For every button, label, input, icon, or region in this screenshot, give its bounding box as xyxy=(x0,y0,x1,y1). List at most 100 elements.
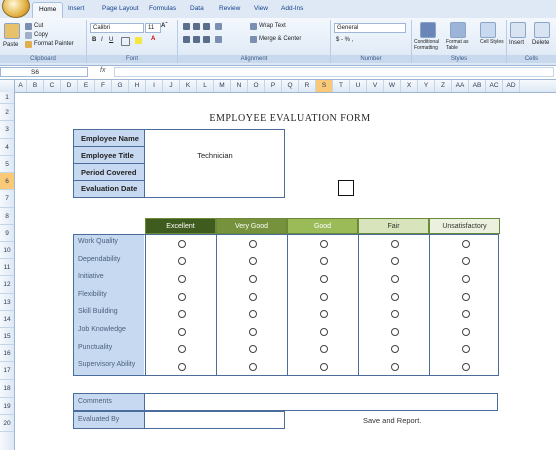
indent-icon[interactable] xyxy=(215,36,222,43)
column-header-w[interactable]: W xyxy=(384,80,401,92)
rating-radio[interactable] xyxy=(319,327,328,336)
align-left-icon[interactable] xyxy=(183,36,190,43)
column-header-ac[interactable]: AC xyxy=(486,80,503,92)
rating-radio[interactable] xyxy=(390,327,399,336)
cut-button[interactable]: Cut xyxy=(34,23,43,29)
row-header-4[interactable]: 4 xyxy=(0,139,14,156)
rating-radio[interactable] xyxy=(390,345,399,354)
row-header-2[interactable]: 2 xyxy=(0,104,14,121)
row-header-19[interactable]: 19 xyxy=(0,398,14,415)
column-header-x[interactable]: X xyxy=(401,80,418,92)
format-as-table-icon[interactable] xyxy=(450,22,466,38)
rating-radio[interactable] xyxy=(248,275,257,283)
column-header-t[interactable]: T xyxy=(333,80,350,92)
rating-radio[interactable] xyxy=(319,345,328,354)
column-header-g[interactable]: G xyxy=(112,80,129,92)
rating-radio[interactable] xyxy=(319,292,328,301)
rating-radio[interactable] xyxy=(177,257,186,266)
number-symbols[interactable]: $ - % , xyxy=(336,37,353,43)
row-header-6[interactable]: 6 xyxy=(0,173,14,190)
row-header-10[interactable]: 10 xyxy=(0,242,14,259)
column-header-h[interactable]: H xyxy=(129,80,146,92)
tab-add-ins[interactable]: Add-Ins xyxy=(281,5,303,12)
rating-radio[interactable] xyxy=(390,275,399,283)
rating-radio[interactable] xyxy=(177,345,186,354)
column-header-k[interactable]: K xyxy=(180,80,197,92)
rating-radio[interactable] xyxy=(461,257,470,266)
row-header-11[interactable]: 11 xyxy=(0,259,14,276)
bold-icon[interactable]: B xyxy=(92,37,96,43)
tab-data[interactable]: Data xyxy=(190,5,204,12)
column-header-n[interactable]: N xyxy=(231,80,248,92)
evaluation-date-value[interactable] xyxy=(146,181,284,197)
rating-radio[interactable] xyxy=(461,345,470,354)
row-header-17[interactable]: 17 xyxy=(0,362,14,380)
row-header-18[interactable]: 18 xyxy=(0,380,14,398)
cell-styles-icon[interactable] xyxy=(480,22,496,38)
row-header-3[interactable]: 3 xyxy=(0,121,14,139)
tab-insert[interactable]: Insert xyxy=(68,5,84,12)
employee-title-value[interactable]: Technician xyxy=(146,147,284,164)
rating-radio[interactable] xyxy=(390,292,399,301)
column-header-s[interactable]: S xyxy=(316,80,333,92)
rating-radio[interactable] xyxy=(248,292,257,301)
rating-radio[interactable] xyxy=(248,345,257,354)
cut-icon[interactable] xyxy=(25,23,32,30)
rating-radio[interactable] xyxy=(319,275,328,283)
tab-review[interactable]: Review xyxy=(219,5,240,12)
align-bottom-icon[interactable] xyxy=(203,23,210,30)
column-header-o[interactable]: O xyxy=(248,80,265,92)
tab-view[interactable]: View xyxy=(254,5,268,12)
rating-radio[interactable] xyxy=(248,239,257,248)
column-header-v[interactable]: V xyxy=(367,80,384,92)
function-icon[interactable]: fx xyxy=(100,67,105,74)
rating-radio[interactable] xyxy=(461,275,470,283)
rating-radio[interactable] xyxy=(177,327,186,336)
grow-font-icon[interactable]: Aˆ xyxy=(161,23,167,29)
rating-radio[interactable] xyxy=(177,292,186,301)
merge-center-icon[interactable] xyxy=(250,36,257,43)
select-all-corner[interactable] xyxy=(0,80,15,92)
column-header-i[interactable]: I xyxy=(146,80,163,92)
tab-page-layout[interactable]: Page Layout xyxy=(102,5,139,12)
cell-styles-button[interactable]: Cell Styles xyxy=(480,39,504,45)
column-header-a[interactable]: A xyxy=(15,80,27,92)
row-header-9[interactable]: 9 xyxy=(0,225,14,242)
insert-cells-icon[interactable] xyxy=(510,22,526,38)
column-header-z[interactable]: Z xyxy=(435,80,452,92)
column-header-q[interactable]: Q xyxy=(282,80,299,92)
rating-radio[interactable] xyxy=(390,310,399,319)
align-middle-icon[interactable] xyxy=(193,23,200,30)
font-color-icon[interactable]: A xyxy=(151,36,155,42)
row-header-8[interactable]: 8 xyxy=(0,208,14,225)
tab-formulas[interactable]: Formulas xyxy=(149,5,176,12)
row-header-16[interactable]: 16 xyxy=(0,345,14,362)
rating-radio[interactable] xyxy=(177,275,186,283)
rating-radio[interactable] xyxy=(390,257,399,266)
format-painter-icon[interactable] xyxy=(25,41,32,48)
rating-radio[interactable] xyxy=(461,292,470,301)
column-header-m[interactable]: M xyxy=(214,80,231,92)
column-header-c[interactable]: C xyxy=(44,80,61,92)
rating-radio[interactable] xyxy=(177,363,186,371)
rating-radio[interactable] xyxy=(461,363,470,371)
underline-icon[interactable]: U xyxy=(109,37,113,43)
rating-radio[interactable] xyxy=(390,363,399,371)
delete-cells-button[interactable]: Delete xyxy=(532,40,549,46)
employee-name-value[interactable] xyxy=(146,130,284,147)
row-header-12[interactable]: 12 xyxy=(0,276,14,294)
rating-radio[interactable] xyxy=(319,363,328,371)
rating-radio[interactable] xyxy=(248,363,257,371)
column-header-j[interactable]: J xyxy=(163,80,180,92)
column-header-e[interactable]: E xyxy=(78,80,95,92)
copy-button[interactable]: Copy xyxy=(34,32,48,38)
fill-color-icon[interactable] xyxy=(135,37,142,44)
office-button[interactable] xyxy=(2,0,30,18)
paste-button[interactable]: Paste xyxy=(3,42,18,48)
insert-cells-button[interactable]: Insert xyxy=(509,40,524,46)
column-header-p[interactable]: P xyxy=(265,80,282,92)
column-header-y[interactable]: Y xyxy=(418,80,435,92)
column-header-r[interactable]: R xyxy=(299,80,316,92)
wrap-text-icon[interactable] xyxy=(250,23,257,30)
align-top-icon[interactable] xyxy=(183,23,190,30)
